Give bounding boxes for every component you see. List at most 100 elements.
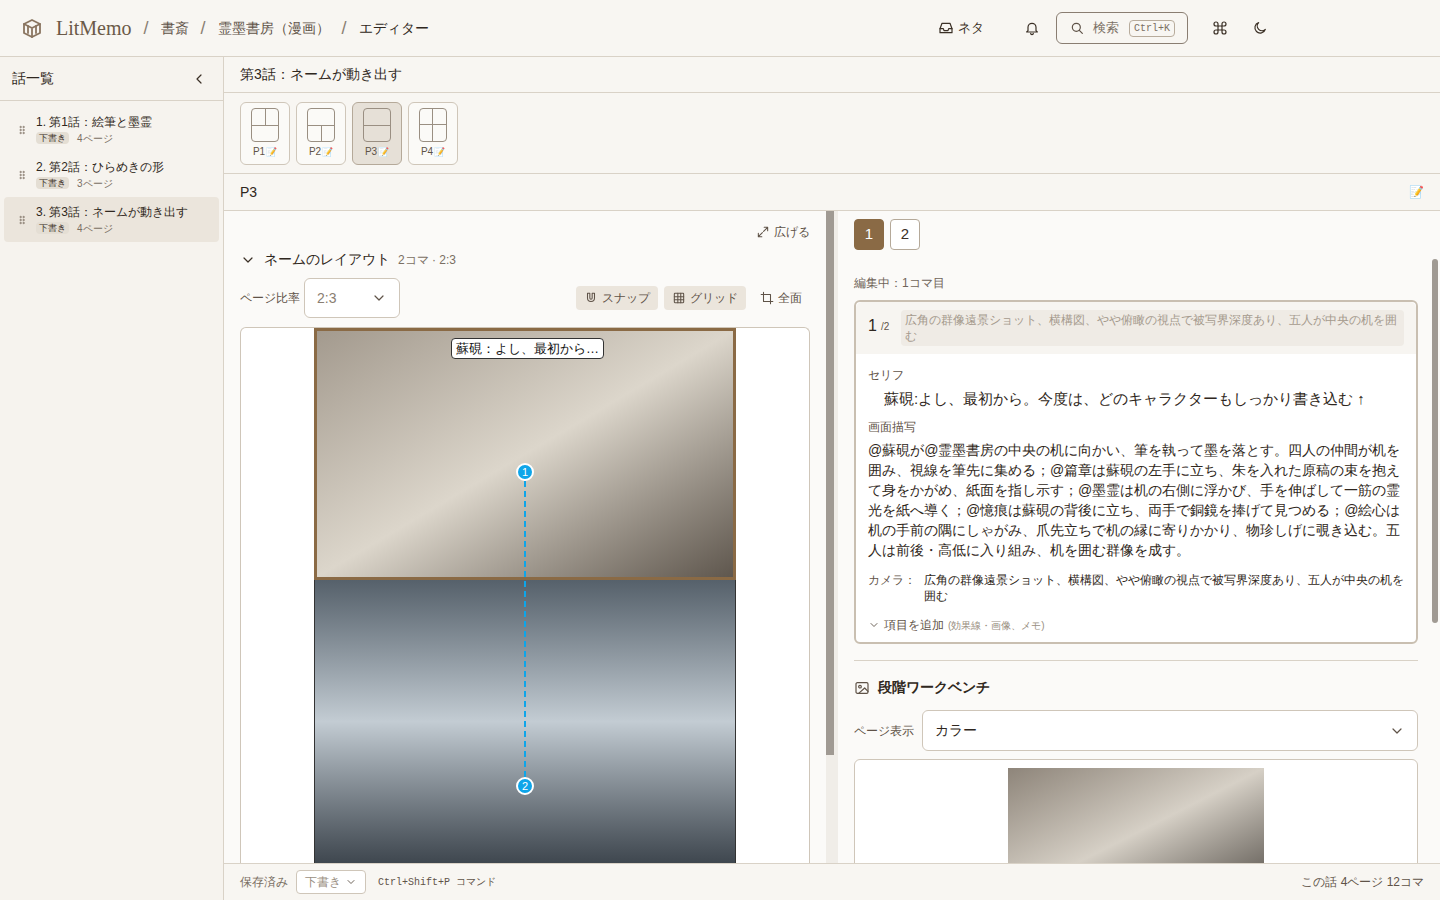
page-count: 3ページ xyxy=(77,176,113,191)
panel-tabs: 12 xyxy=(854,219,1424,250)
panel-tab[interactable]: 2 xyxy=(890,219,920,250)
pane-divider[interactable] xyxy=(826,211,838,863)
camera-text[interactable]: 広角の群像遠景ショット、横構図、やや俯瞰の視点で被写界深度あり、五人が中央の机を… xyxy=(924,572,1404,604)
page-card-label: P4📝 xyxy=(421,146,445,158)
episode-meta: 下書き 4ページ xyxy=(36,131,152,146)
page-card-label: P3📝 xyxy=(365,146,389,158)
sidebar-item[interactable]: 1. 第1話：絵筆と墨霊下書き 4ページ xyxy=(4,107,219,152)
ratio-select[interactable]: 2:3 xyxy=(304,278,400,318)
moon-icon xyxy=(1252,20,1268,36)
status-badge: 下書き xyxy=(36,177,69,189)
episode-title: 1. 第1話：絵筆と墨霊 xyxy=(36,114,152,131)
expand-button[interactable]: 広げる xyxy=(756,223,810,241)
command-button[interactable] xyxy=(1204,12,1236,44)
chevron-down-icon xyxy=(345,876,357,888)
page-label: P2 xyxy=(309,146,321,158)
status-select[interactable]: 下書き xyxy=(296,870,366,894)
sidebar-title: 話一覧 xyxy=(12,68,54,89)
page-label: P3 xyxy=(365,146,377,158)
episode-title: 2. 第2話：ひらめきの形 xyxy=(36,159,164,176)
page-preview[interactable] xyxy=(1008,768,1264,863)
edit-icon: 📝 xyxy=(434,146,445,158)
page-thumbnail xyxy=(307,108,335,142)
thumb-cell xyxy=(322,126,335,142)
panel-tab[interactable]: 1 xyxy=(854,219,884,250)
add-field-button[interactable]: 項目を追加 (効果線・画像、メモ) xyxy=(868,616,1045,634)
view-row: ページ表示カラー xyxy=(854,710,1418,751)
status-bar: 保存済み下書きCtrl+Shift+P コマンドこの話 4ページ 12コマ xyxy=(224,863,1440,900)
page-title: P3 xyxy=(240,182,257,203)
panel-order-badge[interactable]: 1 xyxy=(516,463,534,481)
breadcrumb-link[interactable]: 書斎 xyxy=(161,18,189,39)
sidebar-item-text: 2. 第2話：ひらめきの形下書き 3ページ xyxy=(36,159,164,191)
page-card[interactable]: P2📝 xyxy=(296,102,346,165)
episode-title: 第3話：ネームが動き出す xyxy=(240,64,402,85)
layout-pane: 広げるネームのレイアウト2コマ · 2:3ページ比率2:3スナップグリッド全面蘇… xyxy=(224,211,826,863)
search-label: 検索 xyxy=(1093,18,1119,38)
search-box[interactable]: 検索 Ctrl+K xyxy=(1056,12,1188,44)
crop-icon xyxy=(760,291,774,305)
breadcrumb-link[interactable]: 霊墨書房（漫画） xyxy=(218,18,330,39)
edit-icon: 📝 xyxy=(378,146,389,158)
layout-toolbar: ページ比率2:3スナップグリッド全面 xyxy=(240,278,810,318)
editor-pane: 12編集中：1コマ目1/2広角の群像遠景ショット、横構図、やや俯瞰の視点で被写界… xyxy=(838,211,1440,863)
breadcrumb-link: エディター xyxy=(359,18,429,39)
sidebar-item[interactable]: 2. 第2話：ひらめきの形下書き 3ページ xyxy=(4,152,219,197)
page-card-label: P2📝 xyxy=(309,146,333,158)
scrollbar-thumb[interactable] xyxy=(826,211,834,755)
collapse-button[interactable] xyxy=(187,67,211,91)
episode-list: 1. 第1話：絵筆と墨霊下書き4ページ2. 第2話：ひらめきの形下書き3ページ3… xyxy=(0,101,223,242)
chevron-down-icon xyxy=(868,619,880,631)
theme-button[interactable] xyxy=(1244,12,1276,44)
bell-icon xyxy=(1024,20,1040,36)
divider xyxy=(854,660,1418,661)
panel-summary: 広角の群像遠景ショット、横構図、やや俯瞰の視点で被写界深度あり、五人が中央の机を… xyxy=(901,310,1404,346)
thumb-cell xyxy=(364,126,390,142)
status-badge: 下書き xyxy=(36,132,69,144)
logo[interactable]: LitMemo xyxy=(56,13,132,43)
description-text[interactable]: @蘇硯が@霊墨書房の中央の机に向かい、筆を執って墨を落とす。四人の仲間が机を囲み… xyxy=(868,440,1404,560)
page-card[interactable]: P3📝 xyxy=(352,102,402,165)
panel-card-body: セリフ蘇硯:よし、最初から。今度は、どのキャラクターもしっかり書き込む ↑画面描… xyxy=(856,354,1416,642)
magnet-icon xyxy=(584,291,598,305)
page-header: P3 📝 xyxy=(224,174,1440,211)
add-field-label: 項目を追加 xyxy=(884,616,944,634)
speech-bubble[interactable]: 蘇硯：よし、最初から… xyxy=(451,338,604,359)
layout-canvas: 蘇硯：よし、最初から… 1 2 xyxy=(240,327,810,863)
thumb-cell xyxy=(433,125,446,141)
breadcrumbs: /書斎/霊墨書房（漫画）/エディター xyxy=(132,15,429,42)
page-card[interactable]: P1📝 xyxy=(240,102,290,165)
dialogue-text[interactable]: 蘇硯:よし、最初から。今度は、どのキャラクターもしっかり書き込む ↑ xyxy=(868,388,1404,410)
reading-order-line xyxy=(524,481,526,777)
add-field-hint: (効果線・画像、メモ) xyxy=(948,618,1045,633)
breadcrumb-separator: / xyxy=(144,15,149,42)
expand-icon xyxy=(756,225,770,239)
thumb-cell xyxy=(308,109,334,126)
tool-button[interactable]: 全面 xyxy=(752,286,810,310)
view-select[interactable]: カラー xyxy=(922,710,1418,751)
chevron-left-icon xyxy=(191,71,207,87)
page-edit-button[interactable]: 📝 xyxy=(1409,183,1424,201)
scrollbar-thumb[interactable] xyxy=(1432,259,1438,623)
thumb-cell xyxy=(364,109,390,126)
field-label: 画面描写 xyxy=(868,418,1404,436)
episode-header: 第3話：ネームが動き出す xyxy=(224,57,1440,93)
shortcut-key: Ctrl+K xyxy=(1129,20,1175,37)
field-label: カメラ： xyxy=(868,572,924,588)
page-card[interactable]: P4📝 xyxy=(408,102,458,165)
sidebar-item-text: 3. 第3話：ネームが動き出す下書き4ページ xyxy=(36,204,188,236)
inbox-icon xyxy=(938,20,954,36)
panes: 広げるネームのレイアウト2コマ · 2:3ページ比率2:3スナップグリッド全面蘇… xyxy=(224,211,1440,863)
thumb-cell xyxy=(420,109,433,125)
layout-heading[interactable]: ネームのレイアウト2コマ · 2:3 xyxy=(240,249,810,270)
panel-order-badge[interactable]: 2 xyxy=(516,777,534,795)
panel-number: 1 xyxy=(868,310,877,342)
sidebar-item[interactable]: 3. 第3話：ネームが動き出す下書き4ページ xyxy=(4,197,219,242)
inbox-button[interactable]: ネタ xyxy=(930,12,992,44)
tool-button[interactable]: グリッド xyxy=(664,286,746,310)
episode-summary: この話 4ページ 12コマ xyxy=(1301,873,1424,891)
chevron-down-icon xyxy=(1389,723,1405,739)
tool-button[interactable]: スナップ xyxy=(576,286,658,310)
notification-button[interactable] xyxy=(1016,12,1048,44)
page-count: 4ページ xyxy=(77,131,113,146)
